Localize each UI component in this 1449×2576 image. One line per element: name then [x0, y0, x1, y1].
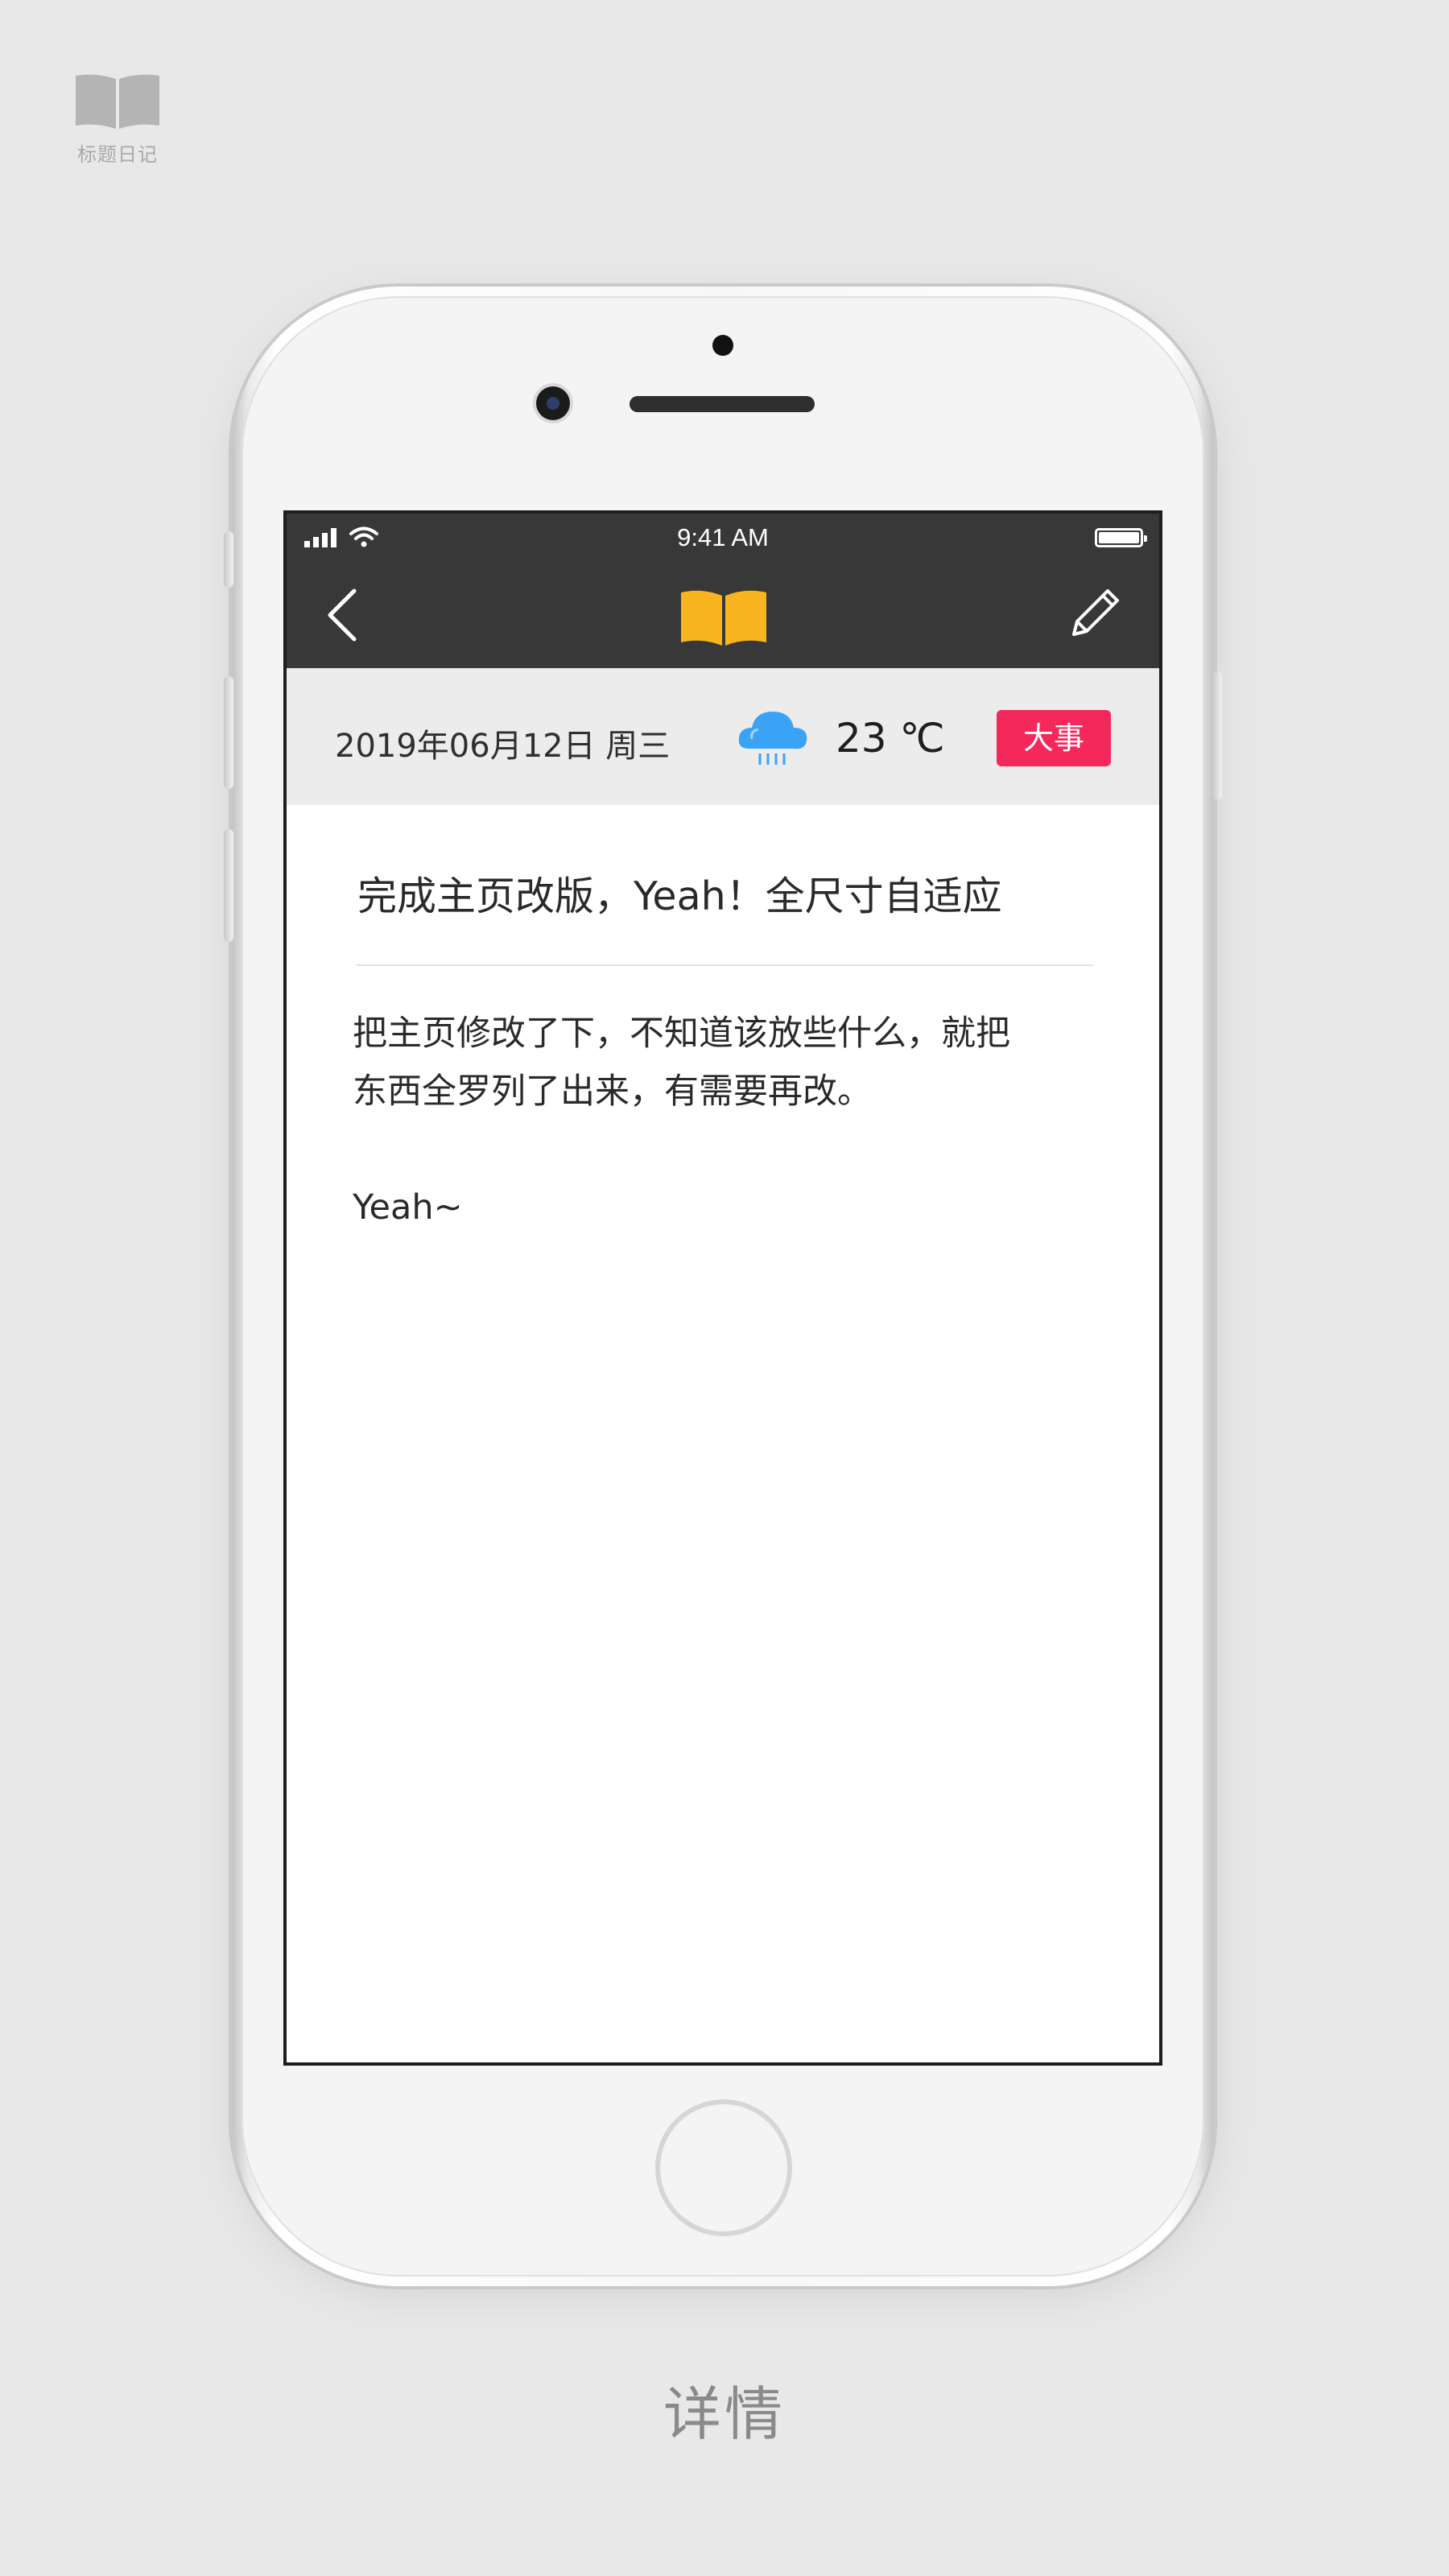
edit-button[interactable] [1063, 584, 1124, 646]
rain-cloud-icon [738, 712, 807, 765]
pencil-icon [1072, 589, 1119, 636]
nav-bar [287, 559, 1159, 668]
title-divider [356, 964, 1093, 966]
status-time: 9:41 AM [677, 523, 769, 551]
screen-caption: 详情 [663, 2380, 786, 2448]
open-book-icon [76, 74, 159, 129]
entry-title: 完成主页改版，Yeah！全尺寸自适应 [357, 873, 1002, 919]
tag-badge[interactable]: 大事 [997, 710, 1111, 766]
temperature: 23 ℃ [836, 715, 945, 762]
home-button[interactable] [655, 2099, 792, 2236]
volume-up-button [224, 676, 233, 789]
entry-date: 2019年06月12日 周三 [335, 728, 671, 765]
entry-meta-bar: 2019年06月12日 周三 23 ℃ 大事 [287, 668, 1159, 805]
earpiece [630, 396, 815, 412]
volume-down-button [224, 829, 233, 942]
brand-logo: 标题日记 [71, 72, 164, 167]
power-button [1212, 671, 1222, 800]
status-bar: 9:41 AM [287, 514, 1159, 559]
entry-body-line: 把主页修改了下，不知道该放些什么，就把 [353, 1013, 1010, 1054]
chevron-left-icon [328, 588, 357, 642]
app-screen: 9:41 AM 2019年06月12日 周三 23 ℃ 大事 完成主页改版，Ye… [283, 510, 1162, 2066]
brand-label: 标题日记 [77, 143, 158, 166]
entry-body: 把主页修改了下，不知道该放些什么，就把 东西全罗列了出来，有需要再改。 Yeah… [353, 1005, 1077, 1236]
front-camera [536, 386, 570, 420]
entry-body-line: 东西全罗列了出来，有需要再改。 [353, 1071, 872, 1112]
battery-icon [1095, 528, 1147, 547]
back-button[interactable] [320, 586, 369, 644]
mute-switch [224, 531, 233, 588]
entry-body-line: Yeah~ [353, 1187, 463, 1228]
open-book-icon [681, 590, 766, 646]
proximity-sensor [712, 335, 733, 356]
